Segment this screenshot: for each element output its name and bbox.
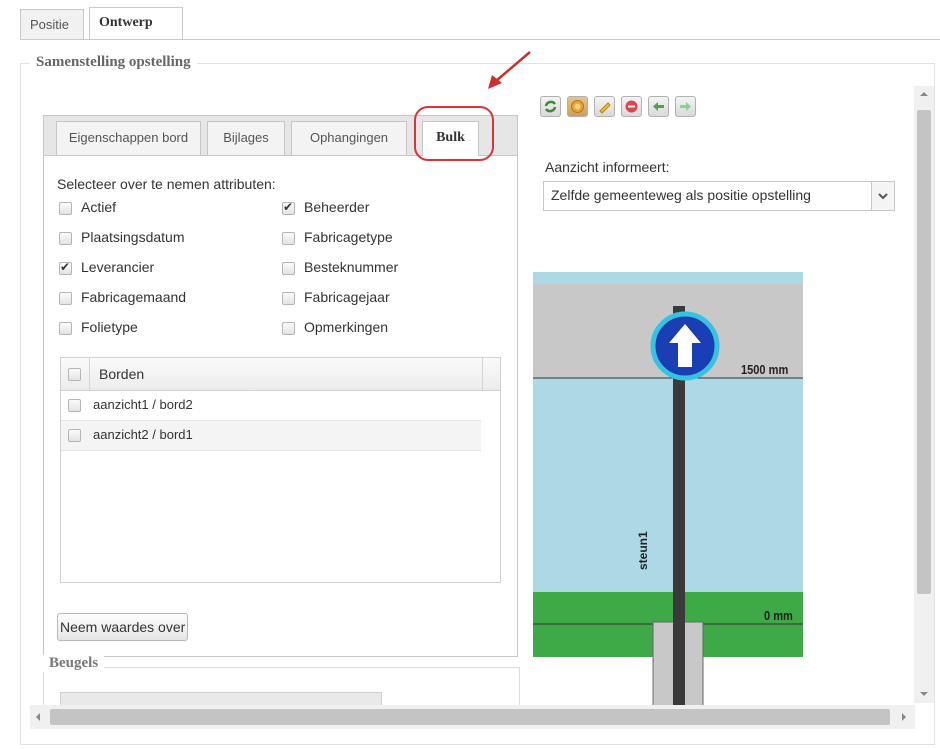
bulk-tab-highlight bbox=[414, 106, 494, 161]
tab-ophangingen[interactable]: Ophangingen bbox=[291, 121, 407, 155]
tab-ontwerp[interactable]: Ontwerp bbox=[89, 7, 183, 39]
label-fabricagetype: Fabricagetype bbox=[304, 229, 393, 245]
checkbox-besteknummer[interactable] bbox=[282, 262, 295, 275]
borden-grid: Borden aanzicht1 / bord2 aanzicht2 / bor… bbox=[60, 357, 501, 583]
checkbox-plaatsingsdatum[interactable] bbox=[59, 232, 72, 245]
move-left-button[interactable] bbox=[648, 96, 669, 117]
grid-header-divider bbox=[482, 358, 483, 390]
checkbox-fabricagetype[interactable] bbox=[282, 232, 295, 245]
scroll-right-icon[interactable] bbox=[896, 705, 912, 729]
sign-icon bbox=[650, 311, 720, 381]
height-label-ground: 0 mm bbox=[764, 608, 793, 623]
horizontal-scroll-thumb[interactable] bbox=[50, 709, 890, 725]
row-label: aanzicht1 / bord2 bbox=[93, 397, 193, 412]
tab-divider bbox=[20, 39, 940, 40]
label-leverancier: Leverancier bbox=[81, 259, 155, 275]
view-select-value: Zelfde gemeenteweg als positie opstellin… bbox=[551, 187, 811, 203]
grid-header-borden[interactable]: Borden bbox=[99, 366, 144, 382]
move-right-button[interactable] bbox=[675, 96, 696, 117]
label-opmerkingen: Opmerkingen bbox=[304, 319, 389, 335]
delete-button[interactable] bbox=[621, 96, 642, 117]
vertical-scrollbar[interactable] bbox=[914, 86, 934, 703]
view-label: Aanzicht informeert: bbox=[545, 159, 670, 175]
refresh-button[interactable] bbox=[540, 96, 561, 117]
vertical-scroll-thumb[interactable] bbox=[917, 110, 931, 594]
select-heading: Selecteer over te nemen attributen: bbox=[57, 176, 276, 192]
row-checkbox[interactable] bbox=[68, 399, 81, 412]
delete-icon bbox=[625, 100, 638, 113]
label-fabricagejaar: Fabricagejaar bbox=[304, 289, 390, 305]
select-all-checkbox[interactable] bbox=[68, 368, 81, 381]
neem-waardes-over-button[interactable]: Neem waardes over bbox=[57, 613, 189, 641]
annotation-arrow bbox=[488, 51, 531, 89]
table-row[interactable]: aanzicht2 / bord1 bbox=[61, 421, 481, 451]
grid-header: Borden bbox=[61, 358, 500, 391]
beugels-title: Beugels bbox=[43, 655, 105, 672]
label-fabricagemaand: Fabricagemaand bbox=[81, 289, 187, 305]
chevron-down-icon[interactable] bbox=[871, 182, 894, 210]
horizontal-scrollbar[interactable] bbox=[30, 705, 915, 729]
label-beheerder: Beheerder bbox=[304, 199, 370, 215]
sign-icon bbox=[571, 100, 584, 113]
scroll-down-icon[interactable] bbox=[914, 686, 934, 702]
checkbox-fabricagemaand[interactable] bbox=[59, 292, 72, 305]
edit-icon bbox=[599, 102, 611, 114]
checkbox-beheerder[interactable] bbox=[282, 200, 295, 215]
scroll-left-icon[interactable] bbox=[30, 705, 46, 729]
sign-button[interactable] bbox=[567, 96, 588, 117]
edit-button[interactable] bbox=[594, 96, 615, 117]
checkbox-folietype[interactable] bbox=[59, 322, 72, 335]
row-label: aanzicht2 / bord1 bbox=[93, 427, 193, 442]
grid-header-divider bbox=[89, 358, 90, 390]
samenstelling-title: Samenstelling opstelling bbox=[30, 54, 197, 71]
checkbox-leverancier[interactable] bbox=[59, 260, 72, 275]
table-row[interactable]: aanzicht1 / bord2 bbox=[61, 391, 481, 421]
label-actief: Actief bbox=[81, 199, 117, 215]
refresh-icon bbox=[544, 100, 557, 113]
label-besteknummer: Besteknummer bbox=[304, 259, 399, 275]
checkbox-actief[interactable] bbox=[59, 202, 72, 215]
label-plaatsingsdatum: Plaatsingsdatum bbox=[81, 229, 185, 245]
scroll-up-icon[interactable] bbox=[914, 86, 934, 102]
tab-positie[interactable]: Positie bbox=[20, 9, 84, 39]
arrow-right-icon bbox=[680, 102, 691, 111]
tab-eigenschappen-bord[interactable]: Eigenschappen bord bbox=[56, 121, 201, 155]
height-label-top: 1500 mm bbox=[741, 362, 789, 377]
arrow-left-icon bbox=[653, 102, 664, 111]
label-folietype: Folietype bbox=[81, 319, 138, 335]
checkbox-opmerkingen[interactable] bbox=[282, 322, 295, 335]
checkbox-fabricagejaar[interactable] bbox=[282, 292, 295, 305]
tab-bijlages[interactable]: Bijlages bbox=[207, 121, 285, 155]
post-label: steun1 bbox=[636, 531, 650, 570]
beugels-tabstrip bbox=[60, 692, 382, 706]
view-select[interactable]: Zelfde gemeenteweg als positie opstellin… bbox=[543, 181, 895, 211]
row-checkbox[interactable] bbox=[68, 429, 81, 442]
